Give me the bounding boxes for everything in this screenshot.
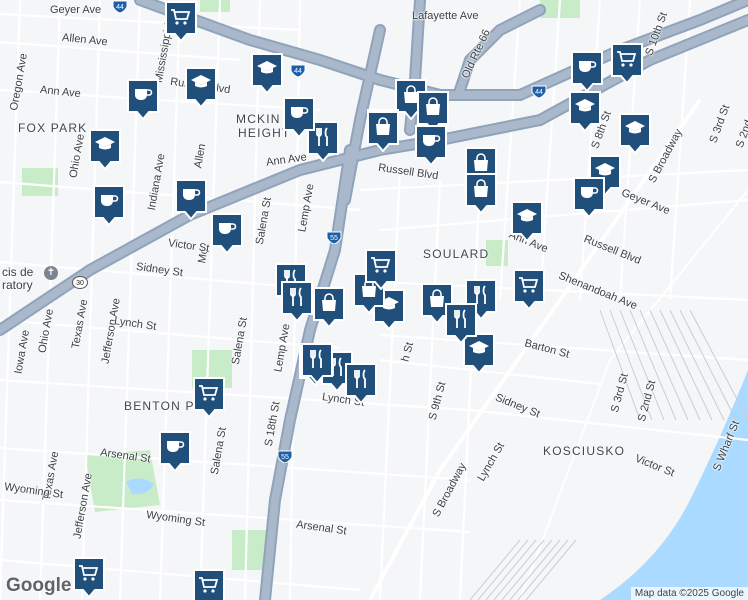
shopping-icon <box>465 173 497 214</box>
cafe-icon <box>93 185 125 226</box>
cafe-pin[interactable] <box>126 78 160 120</box>
interstate-44-shield: 44 <box>531 85 547 99</box>
grocery-icon <box>193 569 225 600</box>
svg-text:55: 55 <box>330 235 338 242</box>
map-attribution[interactable]: Map data ©2025 Google <box>630 587 748 600</box>
restaurant-icon <box>301 343 333 384</box>
neighborhood-soulard: SOULARD <box>423 247 490 261</box>
education-icon <box>511 201 543 242</box>
education-icon <box>619 113 651 154</box>
restaurant-pin[interactable] <box>344 362 378 404</box>
education-pin[interactable] <box>618 112 652 154</box>
svg-text:30: 30 <box>76 280 84 287</box>
landmark-icon: ✝ <box>44 266 58 280</box>
education-icon <box>569 91 601 132</box>
cafe-icon <box>127 79 159 120</box>
grocery-icon <box>73 557 105 598</box>
map-canvas[interactable]: 44 44 44 55 55 30 FOX PARK MCKIN HEIGHT … <box>0 0 748 600</box>
neighborhood-kosciusko: KOSCIUSKO <box>543 444 626 458</box>
grocery-pin[interactable] <box>164 0 198 42</box>
grocery-pin[interactable] <box>512 268 546 310</box>
park <box>200 0 230 12</box>
cafe-icon <box>159 431 191 472</box>
education-icon <box>185 67 217 108</box>
cafe-icon <box>571 51 603 92</box>
restaurant-pin[interactable] <box>280 280 314 322</box>
interstate-44-shield: 44 <box>290 64 306 78</box>
grocery-icon <box>611 43 643 84</box>
cafe-pin[interactable] <box>414 124 448 166</box>
google-logo: Google <box>6 575 72 596</box>
education-pin[interactable] <box>510 200 544 242</box>
cafe-pin[interactable] <box>158 430 192 472</box>
svg-text:55: 55 <box>281 454 289 461</box>
interstate-55-shield: 55 <box>326 231 342 245</box>
restaurant-pin[interactable] <box>300 342 334 384</box>
cafe-pin[interactable] <box>92 184 126 226</box>
route-30-shield: 30 <box>72 276 88 289</box>
grocery-pin[interactable] <box>192 376 226 418</box>
education-icon <box>251 53 283 94</box>
interstate-44-shield: 44 <box>112 0 128 14</box>
cafe-pin[interactable] <box>282 96 316 138</box>
cafe-pin[interactable] <box>174 178 208 220</box>
cafe-pin[interactable] <box>210 212 244 254</box>
cafe-icon <box>573 177 605 218</box>
grocery-icon <box>365 249 397 290</box>
education-pin[interactable] <box>568 90 602 132</box>
restaurant-pin[interactable] <box>444 302 478 344</box>
interstate-55-shield: 55 <box>277 450 293 464</box>
svg-text:44: 44 <box>116 4 124 11</box>
cafe-icon <box>175 179 207 220</box>
cafe-icon <box>415 125 447 166</box>
shopping-pin[interactable] <box>312 286 346 328</box>
grocery-icon <box>513 269 545 310</box>
shopping-icon <box>367 111 399 152</box>
street-label: Geyer Ave <box>50 4 102 16</box>
education-pin[interactable] <box>184 66 218 108</box>
landmark-label: cis de ratory <box>2 265 34 292</box>
cafe-icon <box>283 97 315 138</box>
grocery-pin[interactable] <box>72 556 106 598</box>
svg-text:44: 44 <box>294 68 302 75</box>
street-label: Lafayette Ave <box>412 10 479 22</box>
shopping-pin[interactable] <box>464 172 498 214</box>
restaurant-icon <box>345 363 377 404</box>
education-icon <box>89 129 121 170</box>
neighborhood-benton-park: BENTON P <box>124 399 195 413</box>
grocery-pin[interactable] <box>192 568 226 600</box>
restaurant-icon <box>281 281 313 322</box>
grocery-icon <box>165 1 197 42</box>
cafe-pin[interactable] <box>572 176 606 218</box>
education-pin[interactable] <box>250 52 284 94</box>
svg-text:44: 44 <box>535 89 543 96</box>
education-pin[interactable] <box>88 128 122 170</box>
neighborhood-mckinley: MCKIN <box>236 112 281 126</box>
cafe-pin[interactable] <box>570 50 604 92</box>
restaurant-icon <box>445 303 477 344</box>
grocery-pin[interactable] <box>610 42 644 84</box>
grocery-icon <box>193 377 225 418</box>
cafe-icon <box>211 213 243 254</box>
shopping-icon <box>313 287 345 328</box>
grocery-pin[interactable] <box>364 248 398 290</box>
shopping-pin[interactable] <box>366 110 400 152</box>
